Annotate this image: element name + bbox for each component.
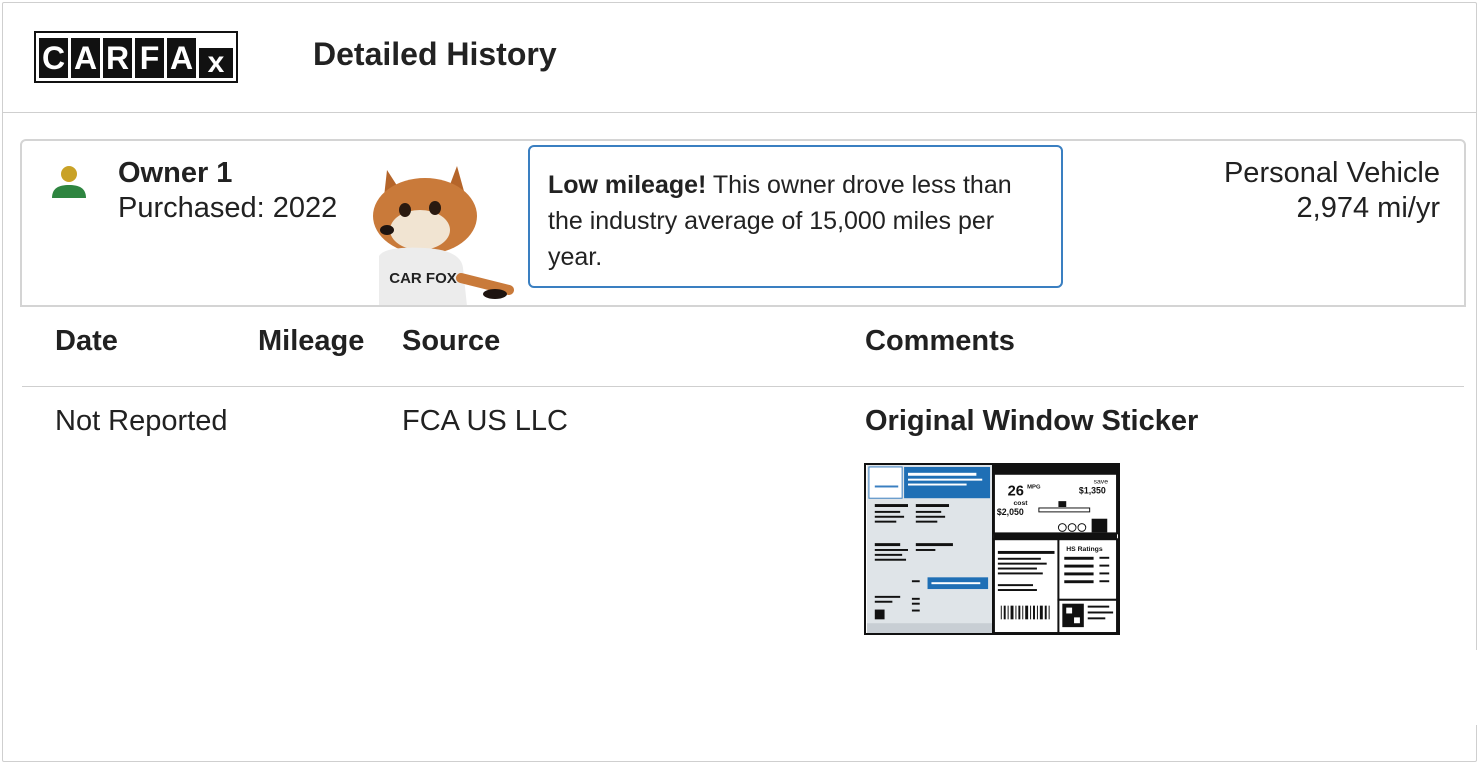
- mascot-shirt-text: CAR FOX: [389, 270, 457, 287]
- column-header-source: Source: [402, 325, 501, 357]
- logo-letter: R: [103, 38, 132, 78]
- owner-name: Owner 1: [118, 157, 233, 189]
- window-sticker-thumbnail[interactable]: 26 MPG save $1,350 cost $2,050 HS Rating…: [864, 463, 1120, 635]
- row-source: FCA US LLC: [402, 405, 568, 437]
- logo-letter: x: [199, 48, 233, 78]
- sticker-save-amount: $1,350: [1079, 485, 1106, 495]
- low-mileage-callout: Low mileage! This owner drove less than …: [528, 145, 1063, 288]
- column-header-comments: Comments: [865, 325, 1015, 357]
- sticker-mpg: 26: [1008, 483, 1024, 499]
- logo-letter: F: [135, 38, 164, 78]
- callout-highlight: Low mileage!: [548, 171, 707, 199]
- column-header-date: Date: [55, 325, 118, 357]
- owner-purchased-year: Purchased: 2022: [118, 192, 338, 224]
- logo-letter: A: [71, 38, 100, 78]
- row-comment-title[interactable]: Original Window Sticker: [865, 405, 1198, 438]
- logo-letter: C: [39, 38, 68, 78]
- row-date: Not Reported: [55, 405, 228, 437]
- carfax-logo[interactable]: C A R F A x: [34, 31, 238, 83]
- logo-letter: A: [167, 38, 196, 78]
- annual-mileage: 2,974 mi/yr: [1296, 192, 1440, 224]
- person-icon: [52, 166, 86, 198]
- carfox-mascot-icon: CAR FOX: [373, 166, 514, 306]
- sticker-mpg-unit: MPG: [1027, 484, 1041, 490]
- content-cutoff: [3, 650, 1477, 725]
- sticker-cost-amount: $2,050: [997, 507, 1024, 517]
- header-divider: [22, 386, 1464, 387]
- sticker-ratings-label: HS Ratings: [1066, 546, 1103, 553]
- page-title: Detailed History: [313, 36, 557, 72]
- column-header-mileage: Mileage: [258, 325, 365, 357]
- vehicle-type: Personal Vehicle: [1223, 157, 1440, 189]
